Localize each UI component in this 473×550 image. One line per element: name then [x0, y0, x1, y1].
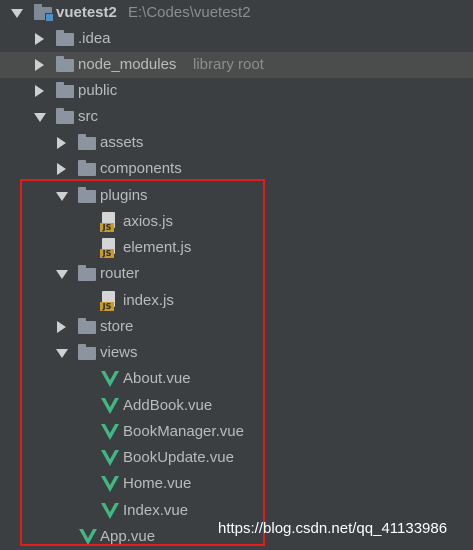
file-label-element: element.js — [123, 239, 192, 256]
folder-label-components: components — [100, 160, 182, 177]
file-label-bookmanager: BookManager.vue — [123, 423, 244, 440]
file-label-home: Home.vue — [123, 475, 192, 492]
tree-row-views[interactable]: views — [0, 340, 473, 366]
tree-row-assets[interactable]: assets — [0, 130, 473, 156]
project-path: E:\Codes\vuetest2 — [128, 4, 251, 21]
tree-row-idea[interactable]: .idea — [0, 26, 473, 52]
vue-file-icon — [101, 450, 119, 466]
collapse-arrow-icon[interactable] — [35, 33, 44, 45]
collapse-arrow-icon[interactable] — [35, 85, 44, 97]
folder-label-views: views — [100, 344, 138, 361]
collapse-arrow-icon[interactable] — [57, 137, 66, 149]
file-label-index-js: index.js — [123, 292, 174, 309]
expand-arrow-icon[interactable] — [56, 192, 68, 201]
folder-label-public: public — [78, 82, 118, 99]
file-label-addbook: AddBook.vue — [123, 397, 213, 414]
folder-icon — [56, 108, 74, 124]
tree-row-store[interactable]: store — [0, 314, 473, 340]
folder-icon — [56, 30, 74, 46]
vue-file-icon — [101, 476, 119, 492]
tree-row-home-vue[interactable]: Home.vue — [0, 471, 473, 497]
tree-row-components[interactable]: components — [0, 156, 473, 182]
js-file-icon: JS — [100, 291, 116, 311]
watermark-url: https://blog.csdn.net/qq_41133986 — [218, 520, 448, 537]
expand-arrow-icon[interactable] — [34, 113, 46, 122]
project-folder-icon — [34, 4, 54, 22]
collapse-arrow-icon[interactable] — [35, 59, 44, 71]
tree-row-plugins[interactable]: plugins — [0, 183, 473, 209]
tree-row-bookmanager-vue[interactable]: BookManager.vue — [0, 419, 473, 445]
folder-label-assets: assets — [100, 134, 144, 151]
tree-row-node-modules[interactable]: node_modules library root — [0, 52, 473, 78]
folder-icon — [56, 56, 74, 72]
folder-icon — [78, 318, 96, 334]
tree-row-index-js[interactable]: JS index.js — [0, 288, 473, 314]
folder-label-src: src — [78, 108, 98, 125]
file-label-app: App.vue — [100, 528, 156, 545]
folder-label-node-modules: node_modules — [78, 56, 177, 73]
tree-row-addbook-vue[interactable]: AddBook.vue — [0, 393, 473, 419]
project-name: vuetest2 — [56, 4, 117, 21]
tree-row-public[interactable]: public — [0, 78, 473, 104]
folder-label-idea: .idea — [78, 30, 111, 47]
collapse-arrow-icon[interactable] — [57, 163, 66, 175]
expand-arrow-icon[interactable] — [56, 349, 68, 358]
vue-file-icon — [101, 424, 119, 440]
file-label-index-vue: Index.vue — [123, 502, 189, 519]
tree-row-bookupdate-vue[interactable]: BookUpdate.vue — [0, 445, 473, 471]
folder-icon — [78, 187, 96, 203]
expand-arrow-icon[interactable] — [11, 9, 23, 18]
file-label-bookupdate: BookUpdate.vue — [123, 449, 234, 466]
file-label-axios: axios.js — [123, 213, 174, 230]
js-file-icon: JS — [100, 212, 116, 232]
tree-row-project-root[interactable]: vuetest2 E:\Codes\vuetest2 — [0, 0, 473, 26]
vue-file-icon — [101, 371, 119, 387]
folder-label-store: store — [100, 318, 134, 335]
library-root-hint: library root — [193, 56, 264, 73]
folder-icon — [78, 160, 96, 176]
tree-row-router[interactable]: router — [0, 261, 473, 287]
js-file-icon: JS — [100, 238, 116, 258]
vue-file-icon — [101, 398, 119, 414]
vue-file-icon — [79, 529, 97, 545]
folder-icon — [78, 265, 96, 281]
expand-arrow-icon[interactable] — [56, 270, 68, 279]
folder-label-router: router — [100, 265, 140, 282]
vue-file-icon — [101, 503, 119, 519]
tree-row-element-js[interactable]: JS element.js — [0, 235, 473, 261]
tree-row-axios-js[interactable]: JS axios.js — [0, 209, 473, 235]
file-label-about: About.vue — [123, 370, 191, 387]
folder-label-plugins: plugins — [100, 187, 148, 204]
tree-row-src[interactable]: src — [0, 104, 473, 130]
folder-icon — [78, 344, 96, 360]
folder-icon — [78, 134, 96, 150]
tree-row-about-vue[interactable]: About.vue — [0, 366, 473, 392]
folder-icon — [56, 82, 74, 98]
collapse-arrow-icon[interactable] — [57, 321, 66, 333]
